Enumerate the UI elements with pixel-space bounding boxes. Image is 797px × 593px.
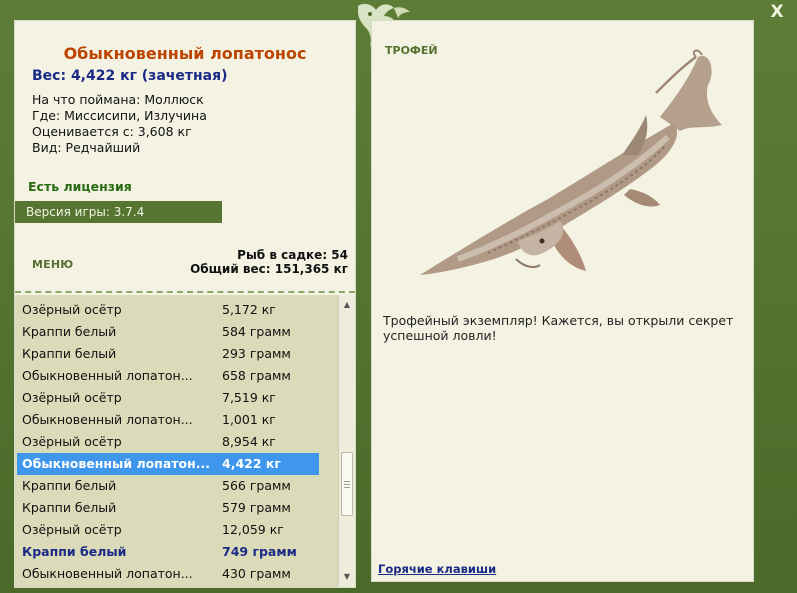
hotkeys-link[interactable]: Горячие клавиши xyxy=(378,562,496,576)
catch-fish-name: Краппи белый xyxy=(22,478,117,493)
catch-fish-weight: 293 грамм xyxy=(222,346,291,361)
catch-fish-weight: 566 грамм xyxy=(222,478,291,493)
rated-from-info: Оценивается с: 3,608 кг xyxy=(32,124,192,139)
arrow-up-icon[interactable]: ▲ xyxy=(339,297,355,313)
bait-info: На что поймана: Моллюск xyxy=(32,92,204,107)
arrow-down-icon[interactable]: ▼ xyxy=(339,569,355,585)
catch-list-item[interactable]: Озёрный осётр 12,059 кг xyxy=(17,519,319,541)
catch-list-item[interactable]: Обыкновенный лопатон... 658 грамм xyxy=(17,365,319,387)
catch-fish-weight: 4,422 кг xyxy=(222,456,281,471)
catch-fish-weight: 7,519 кг xyxy=(222,390,276,405)
catch-fish-name: Краппи белый xyxy=(22,500,117,515)
catch-fish-weight: 584 грамм xyxy=(222,324,291,339)
window-frame: X Обыкновенный лопатонос Вес: 4,422 кг (… xyxy=(0,0,797,593)
catch-fish-name: Озёрный осётр xyxy=(22,390,122,405)
species-rarity-info: Вид: Редчайший xyxy=(32,140,141,155)
catch-list-item[interactable]: Озёрный осётр 8,954 кг xyxy=(17,431,319,453)
fish-title: Обыкновенный лопатонос xyxy=(63,44,307,63)
catch-fish-weight: 12,059 кг xyxy=(222,522,284,537)
catch-fish-name: Обыкновенный лопатон... xyxy=(22,456,210,471)
keepnet-count: Рыб в садке: 54 xyxy=(237,248,348,262)
catch-fish-name: Обыкновенный лопатон... xyxy=(22,368,193,383)
catch-fish-name: Обыкновенный лопатон... xyxy=(22,566,193,581)
catch-fish-weight: 5,172 кг xyxy=(222,302,276,317)
catch-list-item[interactable]: Краппи белый 584 грамм xyxy=(17,321,319,343)
catch-fish-name: Озёрный осётр xyxy=(22,522,122,537)
trophy-description: Трофейный экземпляр! Кажется, вы открыли… xyxy=(383,313,734,343)
catch-list-item[interactable]: Краппи белый 579 грамм xyxy=(17,497,319,519)
catch-list-item[interactable]: Обыкновенный лопатон... 1,001 кг xyxy=(17,409,319,431)
catch-fish-weight: 749 грамм xyxy=(222,544,297,559)
catch-fish-weight: 430 грамм xyxy=(222,566,291,581)
catch-fish-name: Краппи белый xyxy=(22,324,117,339)
scrollbar-thumb[interactable] xyxy=(341,452,353,516)
catch-fish-weight: 8,954 кг xyxy=(222,434,276,449)
catch-fish-name: Озёрный осётр xyxy=(22,434,122,449)
license-status: Есть лицензия xyxy=(28,179,132,194)
keepnet-total-weight: Общий вес: 151,365 кг xyxy=(190,262,348,276)
catch-list-item[interactable]: Краппи белый 293 грамм xyxy=(17,343,319,365)
fish-details: На что поймана: Моллюск Где: Миссисипи, … xyxy=(32,92,207,156)
divider xyxy=(15,291,355,293)
catch-list-item[interactable]: Обыкновенный лопатон... 430 грамм xyxy=(17,563,319,585)
fish-info-panel: Обыкновенный лопатонос Вес: 4,422 кг (за… xyxy=(14,20,356,588)
catch-list-scrollbar[interactable]: ▲ ▼ xyxy=(338,295,355,587)
trophy-panel: ТРОФЕЙ Трофейный экземпляр! Кажется, вы … xyxy=(371,20,754,582)
catch-fish-weight: 1,001 кг xyxy=(222,412,276,427)
catch-list-item[interactable]: Озёрный осётр 7,519 кг xyxy=(17,387,319,409)
version-bar: Версия игры: 3.7.4 xyxy=(15,201,222,223)
catch-list-item[interactable]: Краппи белый 566 грамм xyxy=(17,475,319,497)
fish-weight: Вес: 4,422 кг (зачетная) xyxy=(32,68,228,84)
menu-button[interactable]: МЕНЮ xyxy=(32,258,73,271)
catch-fish-name: Обыкновенный лопатон... xyxy=(22,412,193,427)
catch-fish-weight: 658 грамм xyxy=(222,368,291,383)
catch-list[interactable]: Озёрный осётр 5,172 кг Краппи белый 584 гра… xyxy=(15,295,339,587)
keepnet-stats: Рыб в садке: 54 Общий вес: 151,365 кг xyxy=(190,248,348,276)
catch-fish-name: Озёрный осётр xyxy=(22,302,122,317)
paddlefish-image xyxy=(420,49,722,275)
catch-fish-weight: 579 грамм xyxy=(222,500,291,515)
catch-list-item-selected[interactable]: Обыкновенный лопатон... 4,422 кг xyxy=(17,453,319,475)
catch-fish-name: Краппи белый xyxy=(22,544,127,559)
catch-list-item[interactable]: Озёрный осётр 5,172 кг xyxy=(17,299,319,321)
catch-fish-name: Краппи белый xyxy=(22,346,117,361)
location-info: Где: Миссисипи, Излучина xyxy=(32,108,207,123)
close-icon[interactable]: X xyxy=(767,2,787,22)
catch-list-item[interactable]: Краппи белый 749 грамм xyxy=(17,541,319,563)
